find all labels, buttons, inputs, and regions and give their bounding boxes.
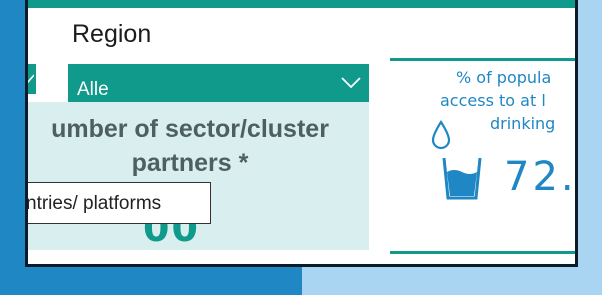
water-access-title-line2: access to at l [440,91,546,110]
water-access-kpi-value: 72.6 [504,154,577,200]
tooltip: ntries/ platforms [26,182,211,224]
region-dropdown-value: Alle [77,79,109,100]
water-access-title-line3: drinking [490,114,556,133]
region-filter-label: Region [72,20,152,48]
water-drop-icon [431,120,451,150]
water-access-title-line1: % of popula [456,68,552,87]
previous-slicer-dropdown[interactable] [28,64,36,94]
header-accent-bar [28,0,575,8]
tooltip-text: ntries/ platforms [26,193,162,214]
water-access-kpi-card[interactable]: % of popula access to at l drinking 72.6 [390,58,577,258]
partners-kpi-card[interactable]: umber of sector/cluster partners * 00 [28,102,369,250]
partners-kpi-title-line1: umber of sector/cluster [51,115,329,143]
chevron-down-icon [341,77,361,89]
chevron-down-icon [28,74,34,84]
partners-kpi-title-line2: partners * [131,149,249,177]
region-dropdown[interactable]: Alle [68,64,369,102]
card-bottom-border [390,251,575,254]
report-canvas: Region Alle umber of sector/cluster part… [25,0,578,267]
water-glass-icon [442,157,482,200]
card-top-border [390,58,575,61]
partners-kpi-title: umber of sector/cluster partners * [28,112,355,180]
